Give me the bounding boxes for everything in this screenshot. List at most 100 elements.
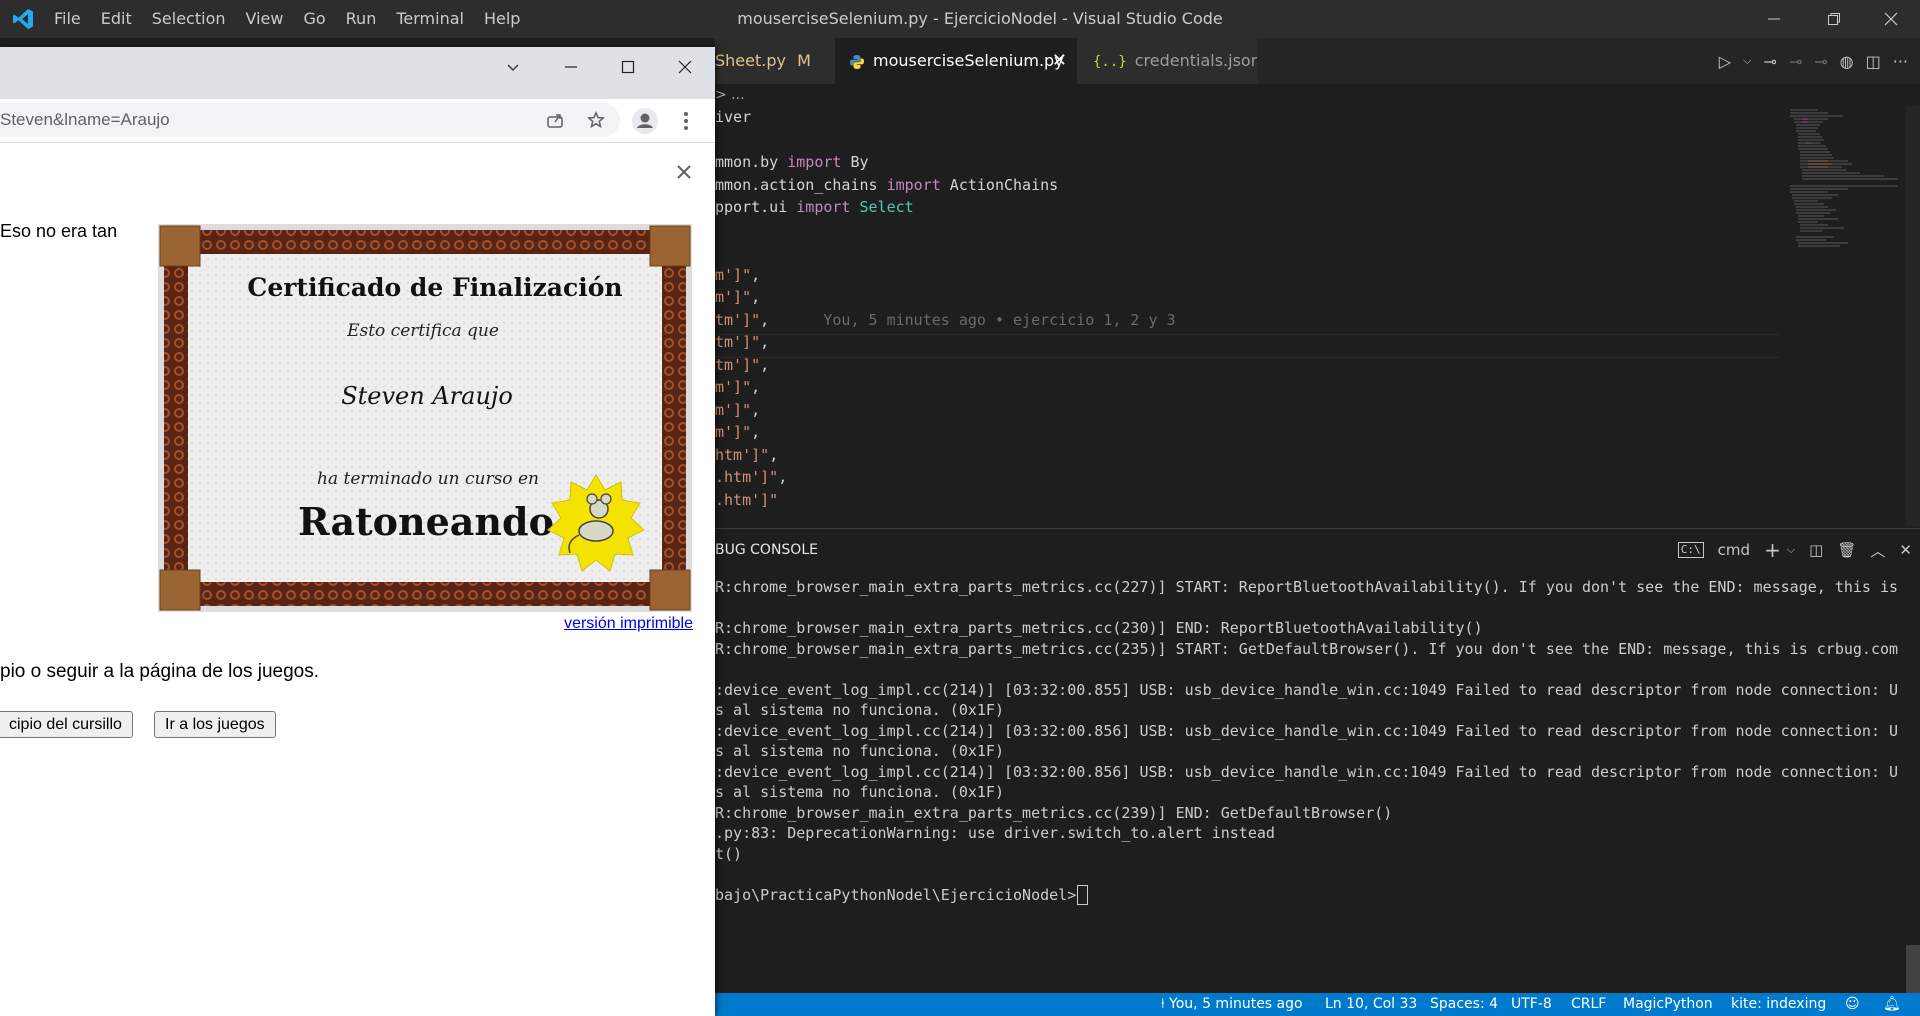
git-commit-icon: ⍿ — [1161, 996, 1170, 1012]
code-line: m']", — [715, 421, 760, 443]
menu-help[interactable]: Help — [474, 0, 530, 38]
star-icon[interactable] — [587, 111, 605, 129]
code-token: .htm']" — [715, 490, 779, 509]
terminal-line: .py:83: DeprecationWarning: use driver.s… — [715, 824, 1275, 842]
git-previous-icon[interactable]: ⊸ — [1789, 52, 1802, 71]
code-token: htm']" — [715, 445, 770, 464]
code-token: , — [760, 310, 770, 329]
panel-actions: C:\ cmd + ⌵ ◫ 🗑 ︿ ✕ — [1677, 529, 1912, 571]
git-blame-annotation: You, 5 minutes ago • ejercicio 1, 2 y 3 — [769, 310, 1176, 329]
profile-avatar-icon[interactable] — [632, 108, 658, 134]
breadcrumb[interactable]: > ... — [715, 84, 745, 106]
code-token: , — [751, 400, 761, 419]
code-line: tm']", You, 5 minutes ago • ejercicio 1,… — [715, 309, 1176, 331]
code-editor[interactable]: iver mmon.by import By mmon.action_chains … — [715, 106, 1920, 526]
status-kite[interactable]: kite: indexing — [1731, 993, 1826, 1016]
split-terminal-icon[interactable]: ◫ — [1809, 541, 1823, 559]
menu-terminal[interactable]: Terminal — [386, 0, 474, 38]
tab-sheet[interactable]: Sheet.py M — [715, 38, 835, 84]
bell-icon[interactable]: 🔔︎ — [1883, 993, 1901, 1016]
minimap[interactable] — [1788, 106, 1906, 281]
code-token: Select — [850, 198, 914, 216]
maximize-icon[interactable] — [620, 59, 636, 75]
menu-bar: File Edit Selection View Go Run Terminal… — [44, 0, 530, 38]
url-text: Steven&lname=Araujo — [0, 110, 170, 129]
vscode-titlebar: File Edit Selection View Go Run Terminal… — [0, 0, 1920, 38]
restore-button[interactable] — [1805, 0, 1863, 38]
printable-version-link[interactable]: versión imprimible — [564, 615, 693, 633]
close-tab-icon[interactable]: ✕ — [1052, 38, 1067, 84]
chevron-down-icon[interactable]: ⌵ — [1743, 54, 1751, 68]
status-blame-text: You, 5 minutes ago — [1169, 996, 1303, 1012]
code-line: pport.ui import Select — [715, 196, 914, 218]
course-start-button[interactable]: cipio del cursillo — [0, 711, 133, 738]
status-blame[interactable]: ⍿ You, 5 minutes ago — [1161, 993, 1303, 1016]
tab-mousercise[interactable]: mouserciseSelenium.py ✕ — [835, 38, 1077, 84]
terminal-icon: C:\ — [1677, 542, 1704, 558]
code-token: import — [787, 153, 842, 171]
address-bar[interactable]: Steven&lname=Araujo — [0, 103, 620, 137]
menu-view[interactable]: View — [236, 0, 294, 38]
minimize-button[interactable] — [1745, 0, 1803, 38]
menu-edit[interactable]: Edit — [91, 0, 142, 38]
split-editor-icon[interactable]: ◫ — [1866, 52, 1881, 71]
terminal-line: s al sistema no funciona. (0x1F) — [715, 701, 1004, 719]
git-commit-icon[interactable]: ⊸ — [1763, 52, 1776, 71]
web-page: Eso no era tan Certificado de Finalizaci… — [0, 201, 715, 1016]
code-line: .htm']", — [715, 466, 787, 488]
new-terminal-icon[interactable]: + — [1764, 538, 1781, 562]
maximize-panel-icon[interactable]: ︿ — [1870, 540, 1885, 561]
share-icon[interactable] — [546, 111, 564, 129]
current-line-highlight — [715, 334, 1780, 358]
status-language[interactable]: MagicPython — [1623, 993, 1713, 1016]
more-menu-icon[interactable] — [680, 109, 692, 133]
modified-badge: M — [797, 51, 811, 70]
terminal-line: s al sistema no funciona. (0x1F) — [715, 783, 1004, 801]
run-icon[interactable]: ▷ — [1719, 52, 1731, 71]
terminal-output[interactable]: R:chrome_browser_main_extra_parts_metric… — [715, 577, 1905, 992]
status-encoding[interactable]: UTF-8 — [1511, 993, 1552, 1016]
code-token: m']" — [715, 378, 752, 396]
terminal-line: R:chrome_browser_main_extra_parts_metric… — [715, 578, 1899, 596]
feedback-icon[interactable]: ☺ — [1845, 993, 1860, 1016]
minimize-icon — [1768, 18, 1780, 20]
code-token: By — [841, 153, 869, 171]
editor-actions: ▷ ⌵ ⊸ ⊸ ⊸ ◍ ◫ ··· — [1719, 38, 1920, 84]
timeline-icon[interactable]: ◍ — [1840, 52, 1854, 71]
trash-icon[interactable]: 🗑 — [1837, 541, 1856, 559]
certificate-title: Certificado de Finalización — [247, 273, 622, 302]
menu-file[interactable]: File — [44, 0, 91, 38]
terminal-line: bajo\PracticaPythonNodel\EjercicioNodel> — [715, 885, 1089, 905]
certificate-course: Ratoneando — [298, 499, 554, 544]
close-panel-icon[interactable]: ✕ — [1899, 541, 1912, 559]
status-position[interactable]: Ln 10, Col 33 — [1325, 993, 1417, 1016]
close-icon[interactable] — [677, 59, 693, 75]
vscode-logo-icon — [13, 9, 33, 29]
terminal-name[interactable]: cmd — [1718, 541, 1750, 559]
code-token: tm']" — [715, 333, 761, 351]
terminal-cursor — [1077, 885, 1089, 905]
git-next-icon[interactable]: ⊸ — [1814, 52, 1827, 71]
code-token: mmon.by — [715, 153, 788, 171]
chevron-down-icon[interactable] — [505, 59, 521, 75]
code-token: iver — [715, 108, 752, 126]
tab-credentials[interactable]: {..} credentials.json — [1077, 38, 1257, 84]
status-spaces[interactable]: Spaces: 4 — [1430, 993, 1498, 1016]
code-token: import — [796, 198, 851, 216]
terminal-scrollbar[interactable] — [1906, 945, 1920, 993]
editor-scrollbar[interactable] — [1906, 106, 1920, 526]
close-window-button[interactable] — [1862, 0, 1920, 38]
more-actions-icon[interactable]: ··· — [1893, 52, 1908, 71]
menu-go[interactable]: Go — [293, 0, 335, 38]
status-eol[interactable]: CRLF — [1571, 993, 1606, 1016]
close-infobar-icon[interactable] — [677, 165, 691, 179]
menu-selection[interactable]: Selection — [142, 0, 236, 38]
panel-tab-debug-console[interactable]: BUG CONSOLE — [715, 529, 818, 571]
minimize-icon[interactable] — [563, 59, 579, 75]
games-button[interactable]: Ir a los juegos — [154, 711, 276, 738]
menu-run[interactable]: Run — [336, 0, 387, 38]
code-token: m']" — [715, 423, 752, 441]
code-line: tm']", — [715, 331, 769, 353]
certificate-image: Certificado de Finalización Esto certifi… — [158, 224, 692, 612]
chevron-down-icon[interactable]: ⌵ — [1787, 543, 1795, 557]
